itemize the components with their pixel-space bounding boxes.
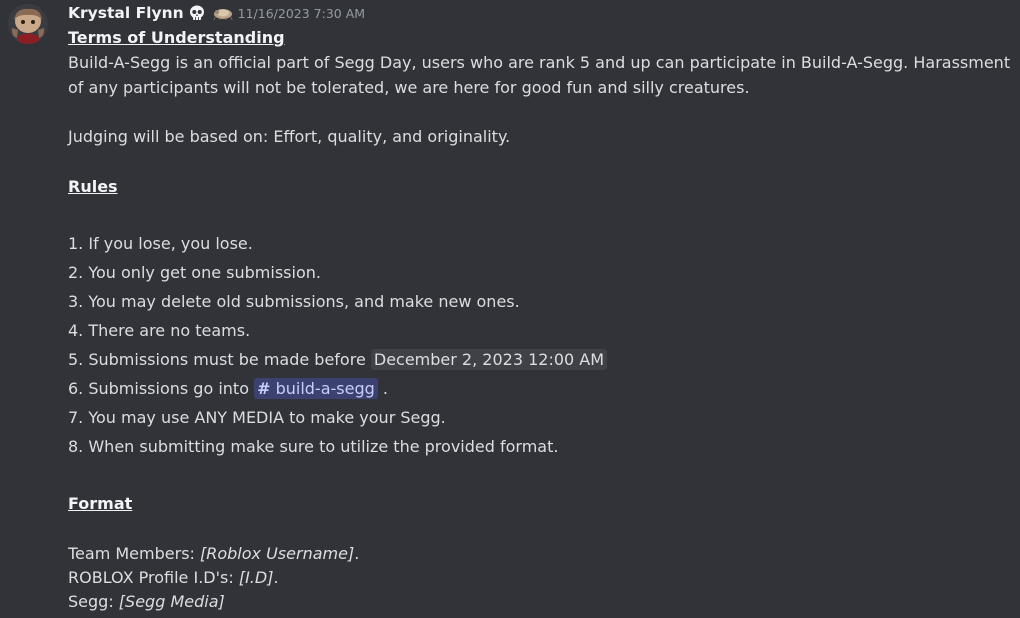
judging-text: Judging will be based on: Effort, qualit… xyxy=(68,127,511,146)
avatar[interactable] xyxy=(8,4,48,44)
format-profile-label: ROBLOX Profile I.D's: xyxy=(68,568,239,587)
intro-text: Build-A-Segg is an official part of Segg… xyxy=(68,53,1011,97)
skull-icon xyxy=(188,4,206,22)
format-team-suffix: . xyxy=(354,544,360,563)
rule-1: 1. If you lose, you lose. xyxy=(68,234,253,253)
channel-hash-icon: # xyxy=(257,379,271,398)
rule-5-text: 5. Submissions must be made before xyxy=(68,350,366,369)
format-team-line: Team Members: [Roblox Username]. xyxy=(68,542,1018,566)
message-content: Terms of Understanding Build-A-Segg is a… xyxy=(68,26,1018,614)
format-team-value: [Roblox Username] xyxy=(200,544,355,563)
rule-4: 4. There are no teams. xyxy=(68,321,251,340)
role-icon[interactable] xyxy=(212,5,234,21)
rule-6-text: 6. Submissions go into xyxy=(68,379,249,398)
format-profile-value: [I.D] xyxy=(238,568,274,587)
rule-5: 5. Submissions must be made before Decem… xyxy=(68,345,1018,374)
rule-2: 2. You only get one submission. xyxy=(68,263,321,282)
format-segg-line: Segg: [Segg Media] xyxy=(68,590,1018,614)
format-profile-line: ROBLOX Profile I.D's: [I.D]. xyxy=(68,566,1018,590)
format-segg-label: Segg: xyxy=(68,592,119,611)
author-name[interactable]: Krystal Flynn xyxy=(68,4,184,22)
rule-8: 8. When submitting make sure to utilize … xyxy=(68,437,559,456)
rule-6-suffix: . xyxy=(382,379,388,398)
format-segg-value: [Segg Media] xyxy=(118,592,225,611)
channel-name: build-a-segg xyxy=(275,379,375,398)
terms-heading: Terms of Understanding xyxy=(68,28,285,47)
channel-mention[interactable]: # build-a-segg xyxy=(254,378,378,399)
chat-message: Krystal Flynn 11/16/2023 7:30 AM Terms o… xyxy=(0,0,1020,618)
timestamp-chip[interactable]: December 2, 2023 12:00 AM xyxy=(370,349,608,370)
rule-3: 3. You may delete old submissions, and m… xyxy=(68,292,520,311)
rule-6: 6. Submissions go into # build-a-segg . xyxy=(68,374,1018,403)
format-team-label: Team Members: xyxy=(68,544,200,563)
message-header: Krystal Flynn 11/16/2023 7:30 AM xyxy=(68,2,365,24)
rule-7: 7. You may use ANY MEDIA to make your Se… xyxy=(68,408,446,427)
rules-heading: Rules xyxy=(68,177,118,196)
message-timestamp[interactable]: 11/16/2023 7:30 AM xyxy=(238,6,365,21)
format-heading: Format xyxy=(68,494,133,513)
format-profile-suffix: . xyxy=(273,568,279,587)
